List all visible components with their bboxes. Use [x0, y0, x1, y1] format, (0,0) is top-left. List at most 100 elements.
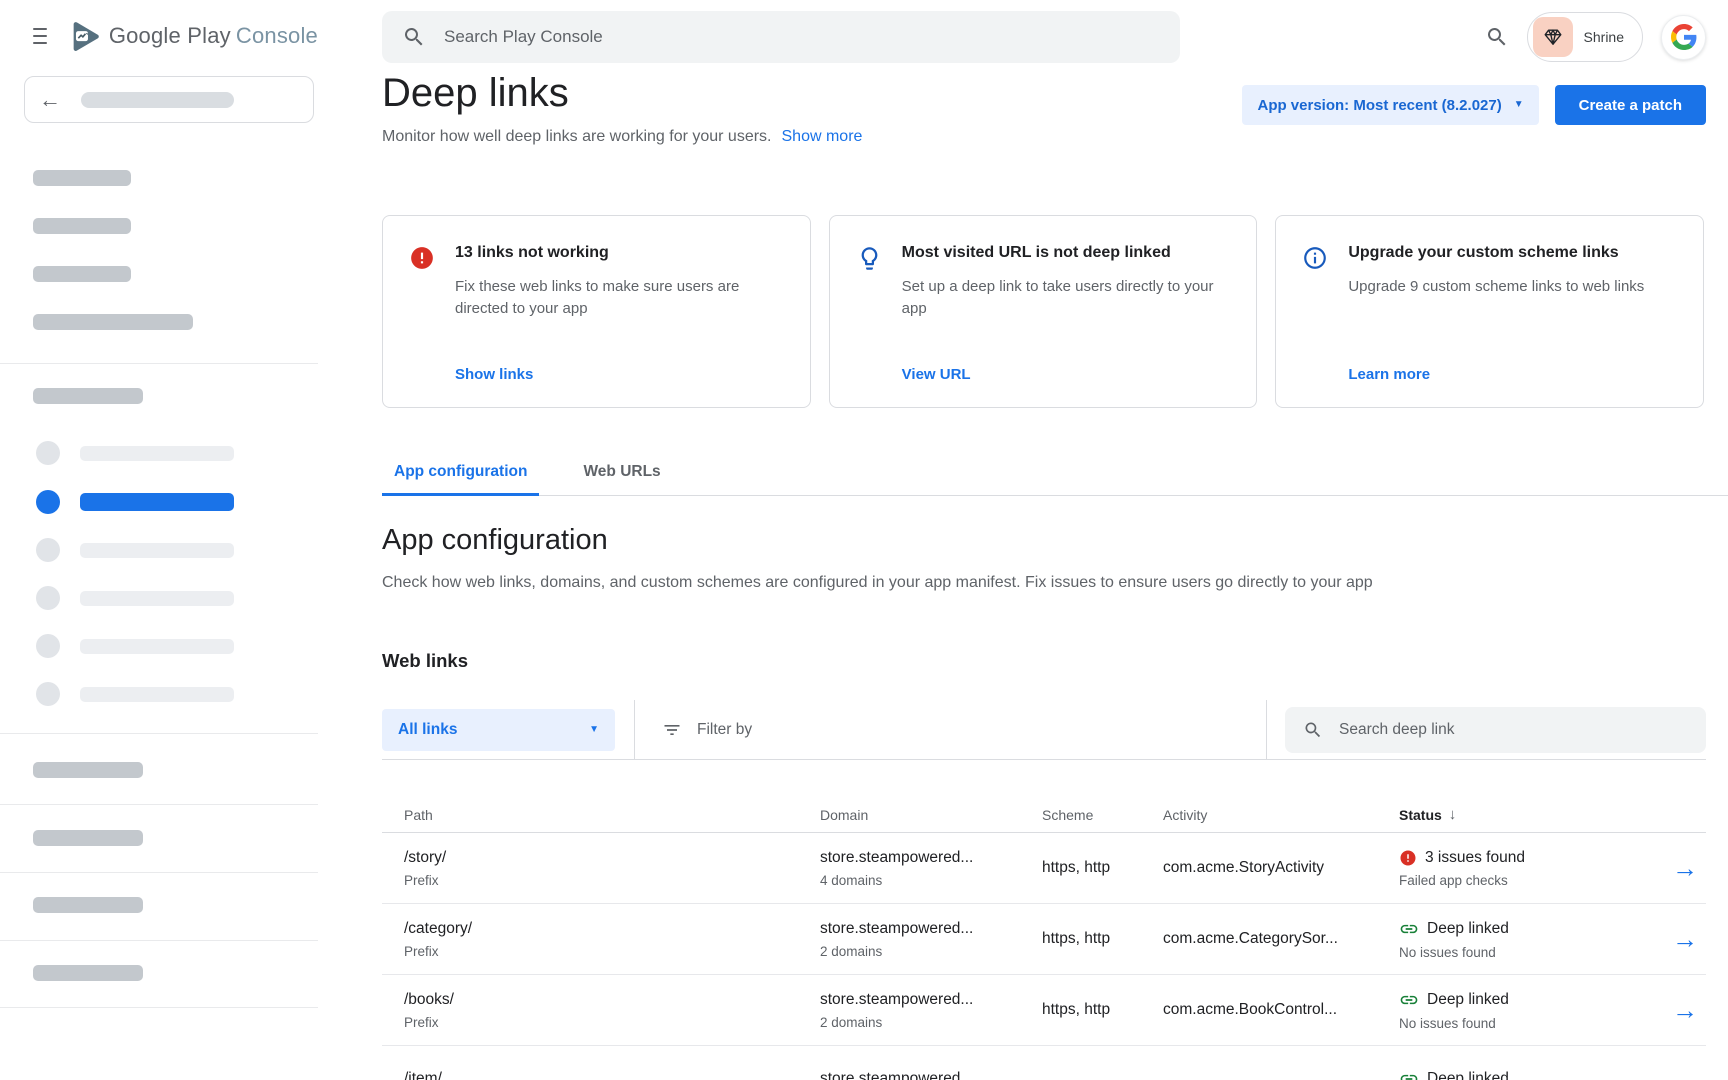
google-account-avatar[interactable] [1661, 15, 1706, 60]
filter-by-button[interactable]: Filter by [662, 720, 752, 740]
filter-by-label: Filter by [697, 721, 752, 739]
sidebar-divider [0, 733, 318, 734]
play-console-logo[interactable]: Google PlayConsole [69, 19, 318, 54]
nav-item-label [80, 493, 234, 511]
tab-app-configuration[interactable]: App configuration [382, 455, 539, 496]
page-subtitle: Monitor how well deep links are working … [382, 128, 772, 146]
row-domain: store.steampowered... [820, 991, 1042, 1009]
open-row-arrow-icon[interactable]: → [1672, 855, 1698, 881]
open-row-arrow-icon[interactable]: → [1672, 997, 1698, 1023]
sidebar-header: Google PlayConsole [0, 0, 318, 72]
account-chip[interactable]: Shrine [1527, 12, 1643, 62]
sidebar-nav-item-active[interactable] [36, 490, 234, 514]
table-row[interactable]: /books/ Prefix store.steampowered... 2 d… [382, 975, 1706, 1046]
links-filter-dropdown[interactable]: All links ▼ [382, 709, 615, 751]
open-row-arrow-icon[interactable]: → [1672, 1069, 1698, 1080]
row-status-detail: No issues found [1399, 1016, 1642, 1031]
card-title: Upgrade your custom scheme links [1348, 244, 1681, 262]
diamond-icon [1542, 26, 1564, 48]
nav-item-icon [36, 682, 60, 706]
show-more-link[interactable]: Show more [782, 128, 863, 146]
error-icon [409, 244, 437, 383]
row-activity: com.acme.StoryActivity [1163, 833, 1399, 903]
app-configuration-section: App configuration Check how web links, d… [382, 524, 1608, 592]
show-links-link[interactable]: Show links [455, 366, 788, 383]
open-row-arrow-icon[interactable]: → [1672, 926, 1698, 952]
insight-cards: 13 links not working Fix these web links… [382, 215, 1704, 408]
toolbar-divider [634, 700, 635, 759]
row-domain-count: 2 domains [820, 1015, 1042, 1030]
create-patch-button[interactable]: Create a patch [1555, 85, 1706, 125]
app-version-value: App version: Most recent (8.2.027) [1257, 97, 1501, 114]
back-navigation[interactable]: ← [24, 76, 314, 123]
sidebar-nav-item[interactable] [36, 682, 234, 706]
section-description: Check how web links, domains, and custom… [382, 574, 1608, 592]
main-content: Shrine Deep links Monitor how well deep … [318, 0, 1728, 1080]
global-search[interactable] [382, 11, 1180, 63]
learn-more-link[interactable]: Learn more [1348, 366, 1681, 383]
row-path-type: Prefix [404, 873, 820, 888]
row-domain: store.steampowered... [820, 849, 1042, 867]
row-status: Deep linked [1427, 920, 1509, 938]
error-icon [1399, 849, 1417, 867]
row-path-type: Prefix [404, 1015, 820, 1030]
row-scheme: https, http [1042, 904, 1163, 974]
row-path: /story/ [404, 849, 820, 867]
card-title: Most visited URL is not deep linked [902, 244, 1235, 262]
row-status: Deep linked [1427, 991, 1509, 1009]
tab-web-urls[interactable]: Web URLs [571, 455, 672, 496]
row-status-detail: Failed app checks [1399, 873, 1642, 888]
skeleton-bar [33, 388, 143, 404]
table-row[interactable]: /category/ Prefix store.steampowered... … [382, 904, 1706, 975]
card-upgrade-scheme-links: Upgrade your custom scheme links Upgrade… [1275, 215, 1704, 408]
back-arrow-icon: ← [39, 89, 61, 111]
row-domain-count: 2 domains [820, 944, 1042, 959]
sidebar-nav-item[interactable] [36, 634, 234, 658]
row-status: 3 issues found [1425, 849, 1525, 867]
skeleton-bar [33, 314, 193, 330]
skeleton-bar [33, 762, 143, 778]
card-body-text: Fix these web links to make sure users a… [455, 276, 788, 320]
table-row[interactable]: /story/ Prefix store.steampowered... 4 d… [382, 833, 1706, 904]
sidebar-nav-item[interactable] [36, 586, 234, 610]
google-logo-icon [1671, 24, 1697, 50]
row-path: /books/ [404, 991, 820, 1009]
nav-item-icon [36, 490, 60, 514]
play-console-icon [69, 19, 100, 54]
deep-link-search-input[interactable] [1337, 720, 1688, 740]
sidebar-nav-item[interactable] [36, 441, 234, 465]
filter-icon [662, 720, 682, 740]
card-title: 13 links not working [455, 244, 788, 262]
column-header-status[interactable]: Status ↓ [1399, 806, 1642, 823]
skeleton-bar [33, 266, 131, 282]
row-scheme: https, http [1042, 975, 1163, 1045]
nav-item-label [80, 543, 234, 558]
menu-icon[interactable] [33, 28, 47, 45]
column-header-domain[interactable]: Domain [820, 807, 1042, 823]
nav-item-icon [36, 441, 60, 465]
search-icon[interactable] [1485, 25, 1509, 49]
sidebar-divider [0, 940, 318, 941]
column-header-activity[interactable]: Activity [1163, 807, 1399, 823]
view-url-link[interactable]: View URL [902, 366, 1235, 383]
section-heading: App configuration [382, 524, 1608, 557]
table-row[interactable]: /item/ store.steampowered... Deep linked [382, 1046, 1706, 1080]
app-version-selector[interactable]: App version: Most recent (8.2.027) ▼ [1242, 85, 1538, 125]
top-actions: Shrine [1485, 12, 1706, 62]
tab-bar: App configuration Web URLs [382, 455, 1728, 496]
page-header: Deep links Monitor how well deep links a… [382, 70, 1706, 146]
sidebar-nav-item[interactable] [36, 538, 234, 562]
search-icon [402, 25, 426, 49]
card-links-not-working: 13 links not working Fix these web links… [382, 215, 811, 408]
toolbar-divider [1266, 700, 1267, 759]
row-status-detail: No issues found [1399, 945, 1642, 960]
row-scheme [1042, 1046, 1163, 1080]
column-header-path[interactable]: Path [404, 807, 820, 823]
table-header-row: Path Domain Scheme Activity Status ↓ [382, 797, 1706, 833]
search-icon [1303, 720, 1323, 740]
column-header-scheme[interactable]: Scheme [1042, 807, 1163, 823]
deep-link-search[interactable] [1285, 707, 1706, 753]
sort-descending-icon: ↓ [1449, 806, 1457, 823]
global-search-input[interactable] [442, 26, 1160, 48]
row-path: /item/ [404, 1070, 820, 1080]
